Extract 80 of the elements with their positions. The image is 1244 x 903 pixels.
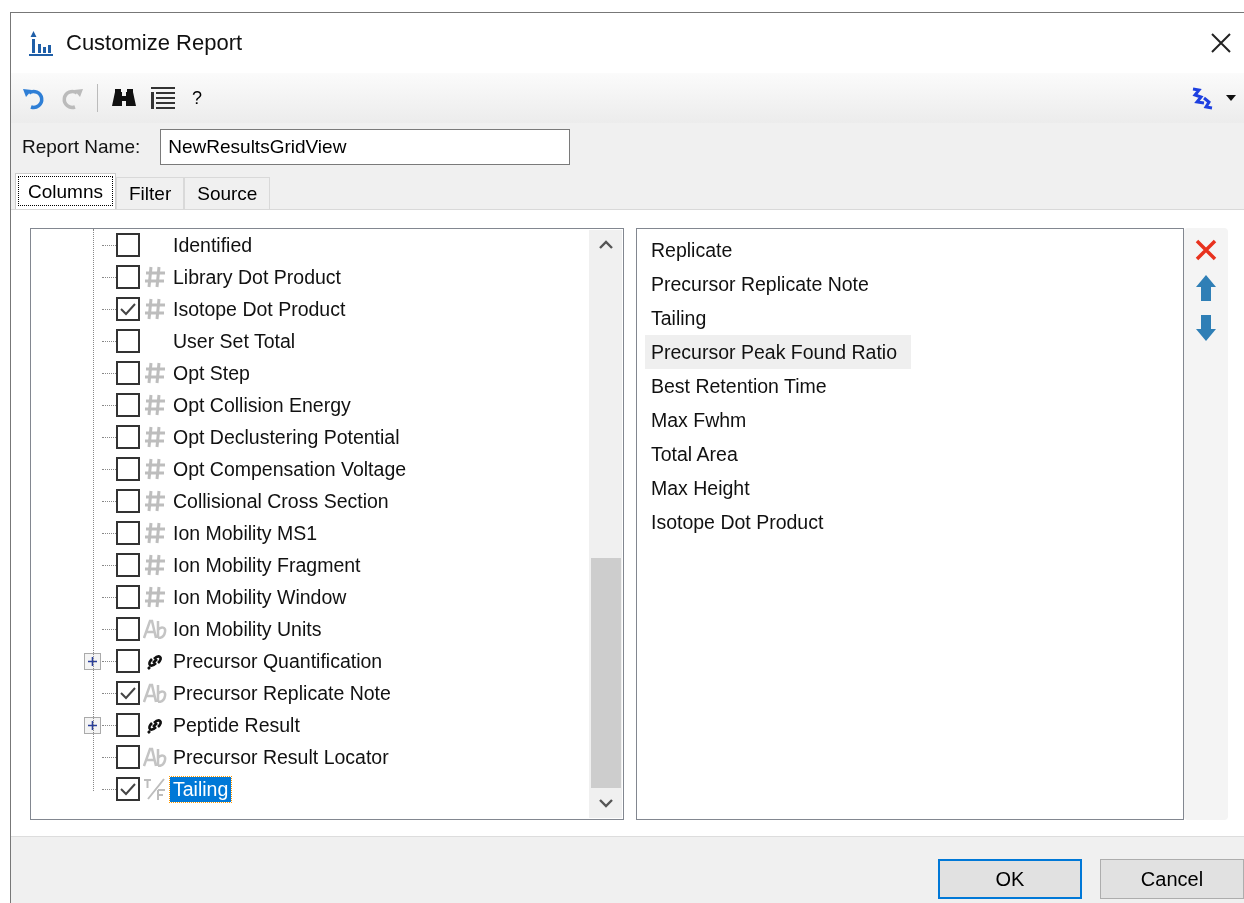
tree-item[interactable]: Opt Collision Energy bbox=[170, 392, 354, 418]
list-item[interactable]: Isotope Dot Product bbox=[645, 505, 830, 539]
tree-item[interactable]: Ion Mobility Units bbox=[170, 616, 325, 642]
tab[interactable]: Filter bbox=[116, 177, 185, 209]
tree-item[interactable]: Opt Step bbox=[170, 360, 253, 386]
help-button[interactable]: ? bbox=[188, 87, 206, 109]
checkbox[interactable] bbox=[116, 425, 140, 449]
text-type-icon bbox=[143, 619, 167, 639]
checkbox[interactable] bbox=[116, 681, 140, 705]
tab[interactable]: Columns bbox=[15, 173, 116, 209]
report-name-field[interactable]: NewResultsGridView bbox=[160, 129, 571, 165]
scroll-up-icon[interactable] bbox=[598, 240, 613, 250]
tree-item[interactable]: Library Dot Product bbox=[170, 264, 344, 290]
close-icon[interactable] bbox=[1210, 32, 1232, 54]
hash-icon bbox=[144, 393, 166, 417]
hash-icon bbox=[144, 265, 166, 289]
checkbox[interactable] bbox=[116, 521, 140, 545]
checkbox[interactable] bbox=[116, 777, 140, 801]
window-title: Customize Report bbox=[66, 30, 243, 56]
grid-icon[interactable] bbox=[150, 85, 176, 111]
list-item[interactable]: Best Retention Time bbox=[645, 369, 833, 403]
tree-item[interactable]: Collisional Cross Section bbox=[170, 488, 392, 514]
list-item[interactable]: Precursor Replicate Note bbox=[645, 267, 875, 301]
tree-item[interactable]: Identified bbox=[170, 232, 256, 258]
tree-item[interactable]: Ion Mobility Fragment bbox=[170, 552, 364, 578]
checkbox[interactable] bbox=[116, 617, 140, 641]
hash-icon bbox=[144, 457, 166, 481]
tree-item[interactable]: Precursor Replicate Note bbox=[170, 680, 394, 706]
tree-item[interactable]: Precursor Result Locator bbox=[170, 744, 392, 770]
scrollbar[interactable] bbox=[589, 230, 622, 818]
checkbox[interactable] bbox=[116, 553, 140, 577]
checkbox[interactable] bbox=[116, 265, 140, 289]
list-item[interactable]: Replicate bbox=[645, 233, 739, 267]
dialog-button[interactable]: Cancel bbox=[1100, 859, 1244, 899]
hash-icon bbox=[144, 585, 166, 609]
list-item[interactable]: Max Fwhm bbox=[645, 403, 753, 437]
report-name-label: Report Name: bbox=[22, 136, 141, 158]
scroll-down-icon[interactable] bbox=[598, 798, 613, 808]
tree-item[interactable]: Peptide Result bbox=[170, 712, 303, 738]
tree-item[interactable]: Isotope Dot Product bbox=[170, 296, 349, 322]
tree-item[interactable]: Ion Mobility MS1 bbox=[170, 520, 321, 546]
checkbox[interactable] bbox=[116, 361, 140, 385]
dialog-button[interactable]: OK bbox=[938, 859, 1082, 899]
checkbox[interactable] bbox=[116, 393, 140, 417]
tree-item[interactable]: Precursor Quantification bbox=[170, 648, 386, 674]
arrow-up-icon[interactable] bbox=[1195, 274, 1217, 302]
hash-icon bbox=[144, 489, 166, 513]
list-item[interactable]: Precursor Peak Found Ratio bbox=[645, 335, 912, 369]
hash-icon bbox=[144, 521, 166, 545]
tree-item[interactable]: Opt Declustering Potential bbox=[170, 424, 403, 450]
list-item[interactable]: Tailing bbox=[645, 301, 713, 335]
text-type-icon bbox=[143, 683, 167, 703]
tree-item[interactable]: Ion Mobility Window bbox=[170, 584, 350, 610]
hash-icon bbox=[144, 361, 166, 385]
checkbox[interactable] bbox=[116, 713, 140, 737]
checkbox[interactable] bbox=[116, 649, 140, 673]
text-type-icon bbox=[143, 747, 167, 767]
checkbox[interactable] bbox=[116, 745, 140, 769]
checkbox[interactable] bbox=[116, 329, 140, 353]
arrow-down-icon[interactable] bbox=[1195, 314, 1217, 342]
delete-icon[interactable] bbox=[1194, 238, 1218, 262]
scroll-thumb[interactable] bbox=[590, 558, 621, 788]
checkbox[interactable] bbox=[116, 457, 140, 481]
expand-icon[interactable] bbox=[84, 716, 101, 734]
dropdown-caret-icon[interactable] bbox=[1226, 95, 1236, 101]
expand-icon[interactable] bbox=[84, 652, 101, 670]
tree-item[interactable]: User Set Total bbox=[170, 328, 299, 354]
checkbox[interactable] bbox=[116, 233, 140, 257]
list-item[interactable]: Total Area bbox=[645, 437, 744, 471]
tab[interactable]: Source bbox=[184, 177, 271, 209]
checkbox[interactable] bbox=[116, 489, 140, 513]
tree-item[interactable]: Tailing bbox=[170, 776, 232, 802]
hash-icon bbox=[144, 425, 166, 449]
hash-icon bbox=[144, 553, 166, 577]
list-item[interactable]: Max Height bbox=[645, 471, 756, 505]
true-false-icon bbox=[143, 777, 167, 801]
checkbox[interactable] bbox=[116, 297, 140, 321]
hash-icon bbox=[144, 297, 166, 321]
checkbox[interactable] bbox=[116, 585, 140, 609]
tree-item[interactable]: Opt Compensation Voltage bbox=[170, 456, 410, 482]
